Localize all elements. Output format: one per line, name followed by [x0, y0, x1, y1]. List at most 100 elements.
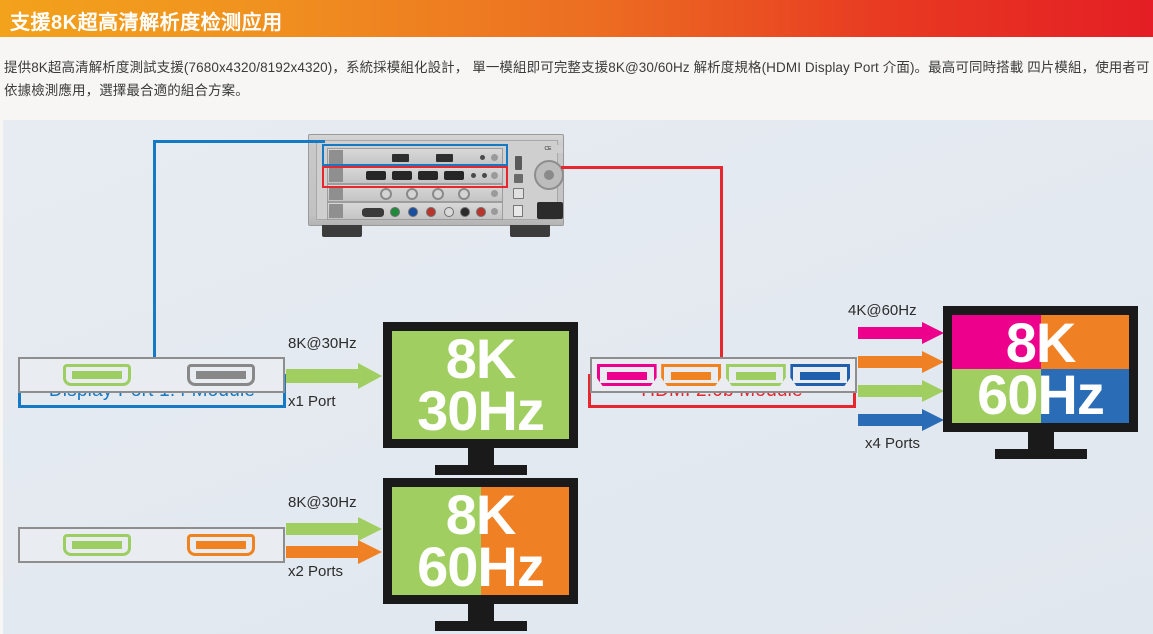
bnc-jack-icon: [406, 188, 418, 200]
dp-leader-line-horizontal: [153, 140, 325, 143]
displayport-connector-orange-icon[interactable]: [187, 534, 255, 556]
hdmi-connector-green-icon[interactable]: [725, 364, 786, 386]
displayport-connector-green-icon[interactable]: [63, 364, 131, 386]
monitor-frame: 8K 60Hz: [383, 478, 578, 604]
row3-rate-label: 4K@60Hz: [848, 302, 917, 319]
hdmi-jack-icon: [392, 171, 412, 180]
row1-arrow-green: [286, 363, 382, 389]
monitor-frame: 8K 30Hz: [383, 322, 578, 448]
monitor-frame: 8K 60Hz: [943, 306, 1138, 432]
row3-ports-label: x4 Ports: [865, 435, 921, 452]
rca-black-icon: [460, 207, 470, 217]
monitor-stand: [1027, 432, 1054, 449]
rca-red-icon: [476, 207, 486, 217]
led-icon: [482, 173, 487, 178]
led-icon: [471, 173, 476, 178]
toggle-switch-icon: [515, 156, 522, 170]
rca-green-icon: [390, 207, 400, 217]
monitor-base: [994, 449, 1087, 459]
monitor-stand: [467, 604, 494, 621]
intro-paragraph: 提供8K超高清解析度測試支援(7680x4320/8192x4320)，系統採模…: [4, 56, 1153, 102]
module-handle-icon: [329, 150, 343, 164]
module-row-hdmi: [327, 166, 503, 184]
intro-line-1: 提供8K超高清解析度測試支援(7680x4320/8192x4320)，系統採模…: [4, 60, 1024, 75]
bnc-jack-icon: [432, 188, 444, 200]
monitor-4k60hz-quad: 8K 60Hz: [943, 306, 1138, 459]
monitor-text-top: 8K: [445, 483, 517, 547]
chassis-body: CE: [308, 134, 564, 226]
dp-jack-icon: [392, 154, 409, 162]
dp-port-strip-row2[interactable]: [18, 527, 285, 563]
row1-ports-label: x1 Port: [288, 393, 336, 410]
hdmi-jack-icon: [418, 171, 438, 180]
rear-panel-chassis: CE: [308, 134, 564, 238]
module-handle-icon: [329, 204, 343, 218]
certification-marks: CE: [533, 145, 563, 153]
usb-b-icon: [513, 205, 523, 217]
row3-arrow-blue: [858, 409, 944, 431]
displayport-connector-gray-icon[interactable]: [187, 364, 255, 386]
dp-leader-line-vertical: [153, 140, 156, 374]
monitor-text-bottom: 60Hz: [417, 535, 545, 598]
rca-red-icon: [426, 207, 436, 217]
bnc-jack-icon: [458, 188, 470, 200]
row2-ports-label: x2 Ports: [288, 563, 344, 580]
module-column: [327, 148, 503, 222]
monitor-8k30hz: 8K 30Hz: [383, 322, 578, 475]
rca-white-icon: [444, 207, 454, 217]
hdmi-port-strip[interactable]: [590, 357, 857, 393]
monitor-text-top: 8K: [445, 327, 517, 391]
row3-arrow-green: [858, 380, 944, 402]
hdmi-connector-blue-icon[interactable]: [790, 364, 851, 386]
knob-icon: [491, 190, 498, 197]
monitor-stand: [467, 448, 494, 465]
hdmi-connector-magenta-icon[interactable]: [596, 364, 657, 386]
row2-arrow-green: [286, 517, 382, 541]
page-header-bar: 支援8K超高清解析度检测应用: [0, 0, 1153, 37]
knob-icon: [491, 172, 498, 179]
hdmi-jack-icon: [444, 171, 464, 180]
rca-blue-icon: [408, 207, 418, 217]
monitor-base: [434, 621, 527, 631]
module-row-bnc: [327, 184, 503, 202]
dsub-jack-icon: [362, 208, 384, 217]
chassis-foot: [322, 225, 362, 237]
hdmi-connector-orange-icon[interactable]: [661, 364, 722, 386]
diagram-panel: CE Display Port 1.4 Module HDMI 2.0b Mod: [3, 120, 1153, 634]
chassis-foot: [510, 225, 550, 237]
monitor-base: [434, 465, 527, 475]
monitor-screen-text: 8K 60Hz: [392, 487, 569, 595]
monitor-text-bottom: 30Hz: [417, 379, 545, 442]
power-inlet-icon: [537, 202, 563, 219]
row2-rate-label: 8K@30Hz: [288, 494, 357, 511]
dp-jack-icon: [436, 154, 453, 162]
hdmi-leader-line-vertical: [720, 166, 723, 374]
row3-arrow-orange: [858, 351, 944, 373]
monitor-screen-text: 8K 30Hz: [392, 331, 569, 439]
module-row-displayport: [327, 148, 503, 166]
displayport-connector-green-icon[interactable]: [63, 534, 131, 556]
monitor-8k60hz-dual: 8K 60Hz: [383, 478, 578, 631]
row3-arrow-magenta: [858, 322, 944, 344]
monitor-screen-text: 8K 60Hz: [952, 315, 1129, 423]
knob-icon: [491, 154, 498, 161]
bnc-jack-icon: [380, 188, 392, 200]
row1-rate-label: 8K@30Hz: [288, 335, 357, 352]
module-handle-icon: [329, 186, 343, 200]
monitor-text-top: 8K: [1005, 311, 1077, 375]
row2-arrow-orange: [286, 540, 382, 564]
port-icon: [514, 174, 523, 183]
chassis-inner-plate: CE: [316, 140, 564, 222]
hdmi-leader-line-horizontal: [561, 166, 723, 169]
knob-icon: [491, 208, 498, 215]
dp-port-strip-row1[interactable]: [18, 357, 285, 393]
rj45-icon: [513, 188, 524, 199]
module-row-analog: [327, 202, 503, 220]
monitor-text-bottom: 60Hz: [977, 363, 1105, 426]
led-icon: [480, 155, 485, 160]
chassis-right-column: CE: [509, 144, 565, 222]
fan-icon: [534, 160, 564, 190]
module-handle-icon: [329, 168, 343, 182]
page-title: 支援8K超高清解析度检测应用: [10, 12, 283, 34]
hdmi-jack-icon: [366, 171, 386, 180]
